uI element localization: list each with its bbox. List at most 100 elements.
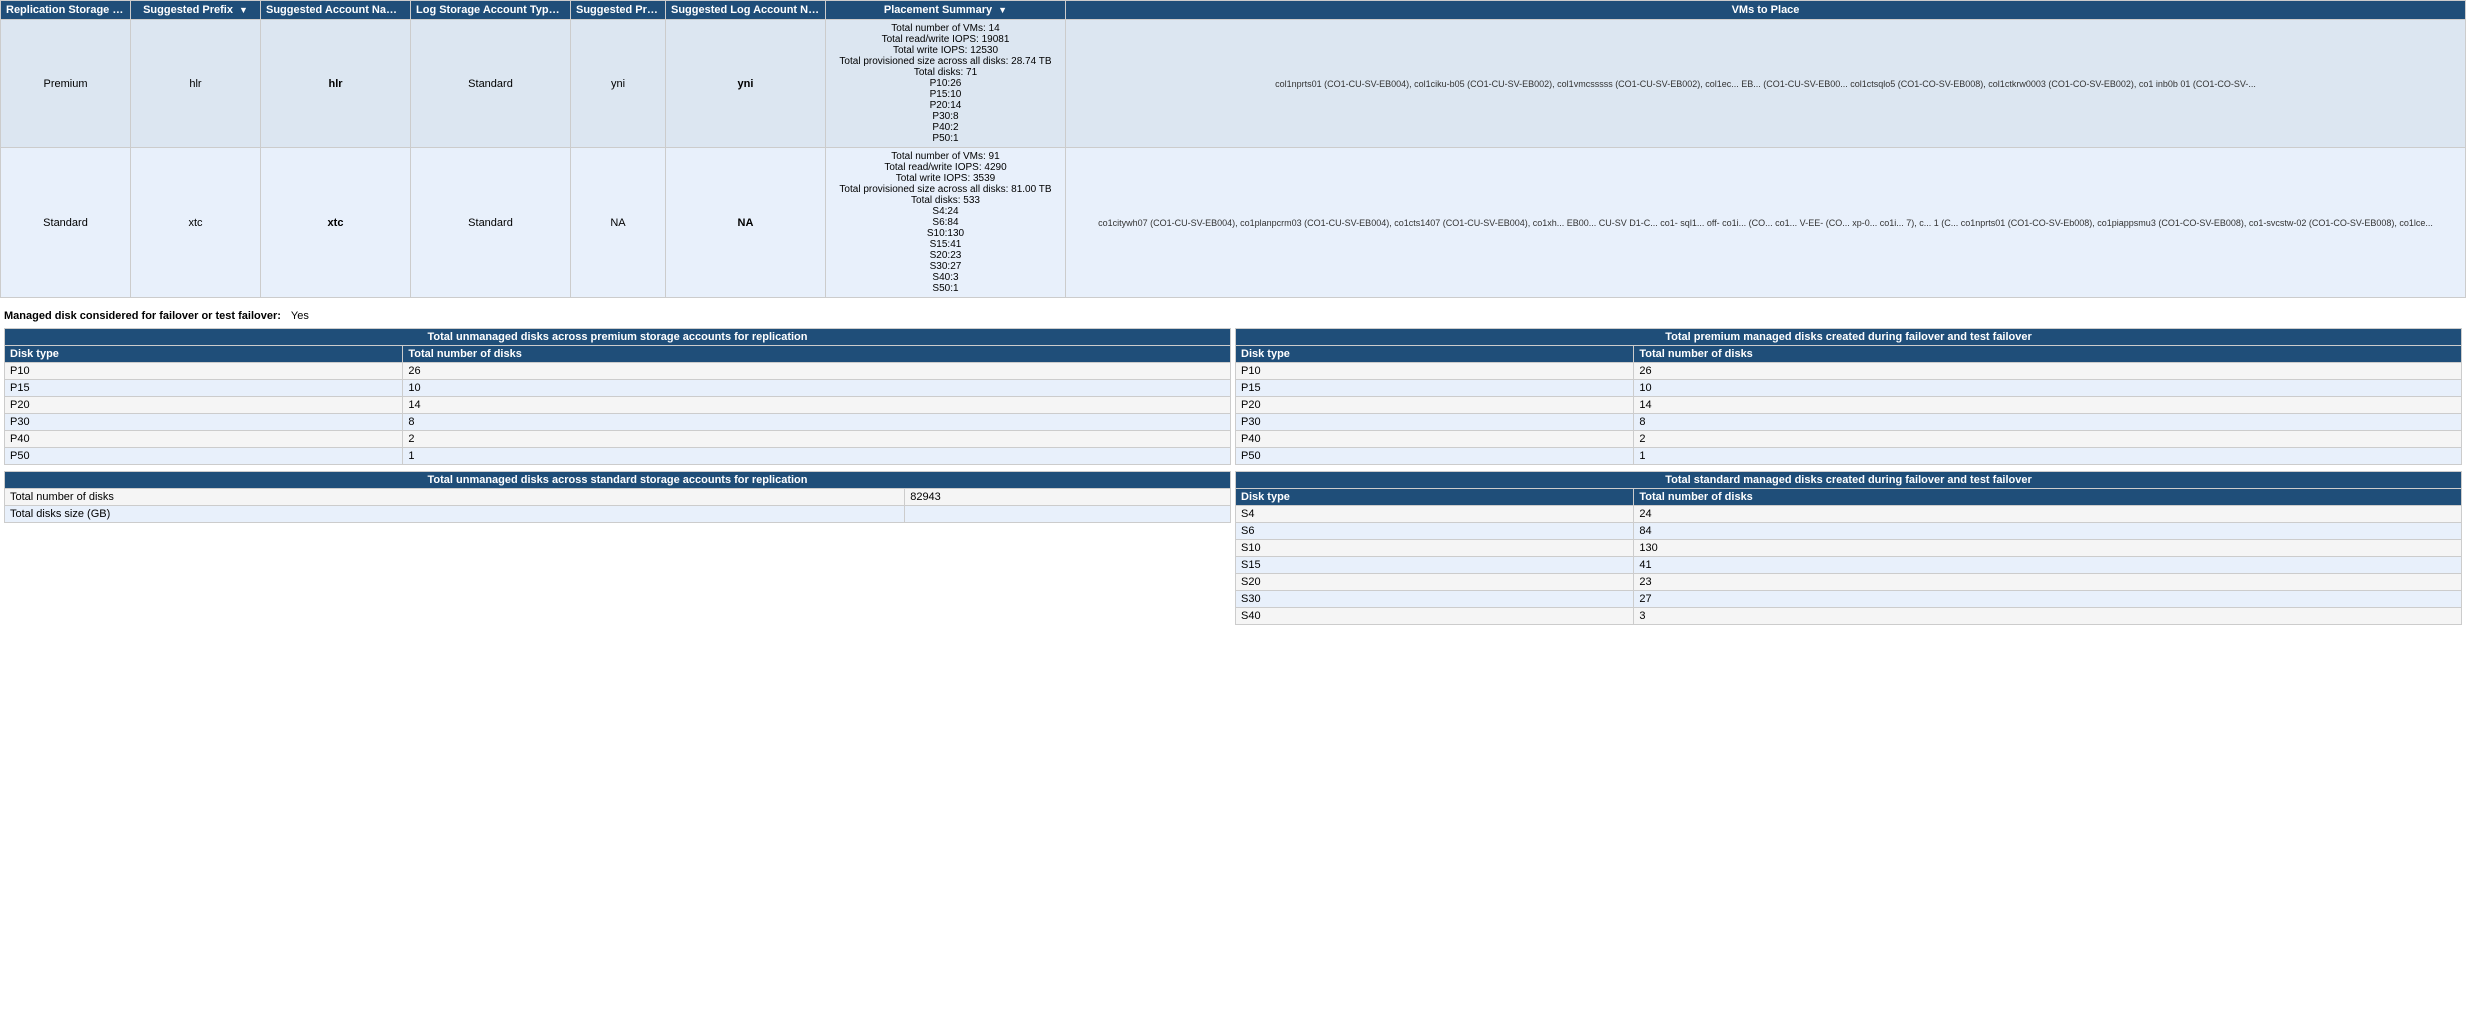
- table-row: P308: [5, 414, 1231, 431]
- cell-disk-count: 26: [403, 363, 1231, 380]
- standard-managed-wrapper: Total standard managed disks created dur…: [1235, 471, 2462, 625]
- standard-managed-header: Total standard managed disks created dur…: [1236, 472, 2462, 489]
- col-suggested-prefix[interactable]: Suggested Prefix ▼: [131, 1, 261, 20]
- cell-value: 82943: [905, 489, 1231, 506]
- cell-placement: Total number of VMs: 91 Total read/write…: [826, 148, 1066, 298]
- cell-disk-count: 8: [1634, 414, 2462, 431]
- col-suggested-account-name[interactable]: Suggested Account Name ▼: [261, 1, 411, 20]
- cell-vms: col1nprts01 (CO1-CU-SV-EB004), col1ciku-…: [1066, 20, 2466, 148]
- cell-disk-count: 24: [1634, 506, 2462, 523]
- premium-unmanaged-col2: Total number of disks: [403, 346, 1231, 363]
- cell-prefix: xtc: [131, 148, 261, 298]
- filter-icon-7[interactable]: ▼: [998, 5, 1007, 15]
- managed-disk-row: Managed disk considered for failover or …: [4, 310, 2462, 322]
- table-row: S684: [1236, 523, 2462, 540]
- cell-disk-type: P10: [5, 363, 403, 380]
- standard-unmanaged-wrapper: Total unmanaged disks across standard st…: [4, 471, 1231, 625]
- cell-log-type: Standard: [411, 20, 571, 148]
- cell-disk-count: 23: [1634, 574, 2462, 591]
- cell-disk-type: P50: [1236, 448, 1634, 465]
- cell-disk-type: P30: [1236, 414, 1634, 431]
- col-log-storage-type[interactable]: Log Storage Account Type ▼: [411, 1, 571, 20]
- bottom-section: Managed disk considered for failover or …: [0, 306, 2466, 629]
- cell-disk-count: 10: [403, 380, 1231, 397]
- cell-disk-type: S30: [1236, 591, 1634, 608]
- table-row: P308: [1236, 414, 2462, 431]
- table-row: P1510: [1236, 380, 2462, 397]
- premium-unmanaged-wrapper: Total unmanaged disks across premium sto…: [4, 328, 1231, 465]
- cell-disk-count: 14: [403, 397, 1231, 414]
- standard-managed-col2: Total number of disks: [1634, 489, 2462, 506]
- table-row: P402: [5, 431, 1231, 448]
- cell-disk-type: S10: [1236, 540, 1634, 557]
- premium-managed-col2: Total number of disks: [1634, 346, 2462, 363]
- cell-disk-type: P10: [1236, 363, 1634, 380]
- cell-disk-count: 2: [1634, 431, 2462, 448]
- standard-tables-container: Total unmanaged disks across standard st…: [4, 471, 2462, 625]
- table-row: P501: [5, 448, 1231, 465]
- cell-value: [905, 506, 1231, 523]
- col-placement-summary[interactable]: Placement Summary ▼: [826, 1, 1066, 20]
- cell-prefix: hlr: [131, 20, 261, 148]
- table-row: P1026: [5, 363, 1231, 380]
- cell-label: Total number of disks: [5, 489, 905, 506]
- standard-managed-table: Total standard managed disks created dur…: [1235, 471, 2462, 625]
- table-row: P1510: [5, 380, 1231, 397]
- cell-disk-type: S15: [1236, 557, 1634, 574]
- premium-managed-table: Total premium managed disks created duri…: [1235, 328, 2462, 465]
- cell-disk-count: 27: [1634, 591, 2462, 608]
- cell-placement: Total number of VMs: 14 Total read/write…: [826, 20, 1066, 148]
- cell-log-prefix: NA: [571, 148, 666, 298]
- cell-log-prefix: yni: [571, 20, 666, 148]
- col-log-prefix[interactable]: Suggested Prefix ▼: [571, 1, 666, 20]
- cell-disk-type: P40: [1236, 431, 1634, 448]
- cell-log-account-name: NA: [666, 148, 826, 298]
- filter-icon-4[interactable]: ▼: [561, 5, 570, 15]
- cell-disk-type: P30: [5, 414, 403, 431]
- cell-disk-type: P40: [5, 431, 403, 448]
- main-table: Replication Storage Type ▼ Suggested Pre…: [0, 0, 2466, 298]
- col-replication-type[interactable]: Replication Storage Type ▼: [1, 1, 131, 20]
- standard-section: Total unmanaged disks across standard st…: [4, 471, 2462, 625]
- cell-disk-count: 1: [1634, 448, 2462, 465]
- cell-disk-type: S6: [1236, 523, 1634, 540]
- managed-disk-value: Yes: [291, 310, 309, 322]
- cell-disk-type: P15: [1236, 380, 1634, 397]
- managed-disk-label: Managed disk considered for failover or …: [4, 310, 281, 322]
- cell-disk-count: 26: [1634, 363, 2462, 380]
- table-row: S424: [1236, 506, 2462, 523]
- cell-disk-type: S40: [1236, 608, 1634, 625]
- table-row: S2023: [1236, 574, 2462, 591]
- table-row: P402: [1236, 431, 2462, 448]
- cell-log-type: Standard: [411, 148, 571, 298]
- cell-disk-type: P20: [5, 397, 403, 414]
- filter-icon-2[interactable]: ▼: [239, 5, 248, 15]
- table-header: Replication Storage Type ▼ Suggested Pre…: [1, 1, 2466, 20]
- table-row: Premium hlr hlr Standard yni yni Total n…: [1, 20, 2466, 148]
- table-row: S1541: [1236, 557, 2462, 574]
- col-vms-to-place[interactable]: VMs to Place: [1066, 1, 2466, 20]
- standard-unmanaged-table: Total unmanaged disks across standard st…: [4, 471, 1231, 523]
- cell-disk-count: 10: [1634, 380, 2462, 397]
- cell-disk-count: 41: [1634, 557, 2462, 574]
- table-row: S403: [1236, 608, 2462, 625]
- standard-unmanaged-header: Total unmanaged disks across standard st…: [5, 472, 1231, 489]
- table-row: Total disks size (GB): [5, 506, 1231, 523]
- col-log-account-name[interactable]: Suggested Log Account Name ▼: [666, 1, 826, 20]
- cell-log-account-name: yni: [666, 20, 826, 148]
- table-row: P1026: [1236, 363, 2462, 380]
- cell-disk-count: 3: [1634, 608, 2462, 625]
- table-row: Total number of disks82943: [5, 489, 1231, 506]
- premium-managed-wrapper: Total premium managed disks created duri…: [1235, 328, 2462, 465]
- cell-disk-count: 1: [403, 448, 1231, 465]
- cell-disk-count: 84: [1634, 523, 2462, 540]
- cell-disk-count: 2: [403, 431, 1231, 448]
- cell-label: Total disks size (GB): [5, 506, 905, 523]
- table-row: P2014: [5, 397, 1231, 414]
- table-row: S10130: [1236, 540, 2462, 557]
- premium-unmanaged-header: Total unmanaged disks across premium sto…: [5, 329, 1231, 346]
- cell-disk-type: S20: [1236, 574, 1634, 591]
- premium-managed-col1: Disk type: [1236, 346, 1634, 363]
- table-row: S3027: [1236, 591, 2462, 608]
- premium-unmanaged-col1: Disk type: [5, 346, 403, 363]
